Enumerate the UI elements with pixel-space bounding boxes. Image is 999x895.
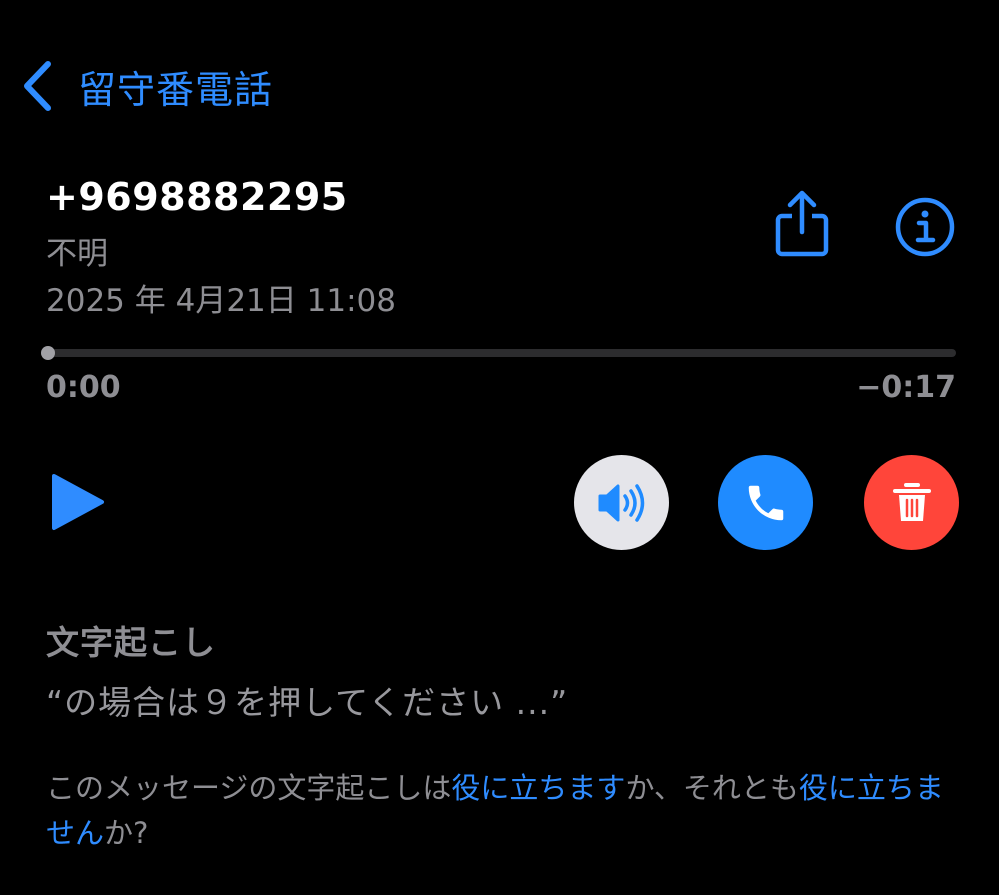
chevron-left-icon: [24, 61, 51, 111]
share-button[interactable]: [770, 188, 834, 260]
info-icon: [895, 197, 955, 257]
transcript-text: “の場合は９を押してください ...”: [46, 683, 569, 722]
feedback-prefix: このメッセージの文字起こしは: [46, 771, 452, 805]
trash-icon: [892, 482, 931, 521]
speaker-button[interactable]: [574, 455, 669, 550]
transcript-title: 文字起こし: [46, 623, 216, 662]
share-icon: [775, 190, 829, 257]
playback-scrubber[interactable]: [46, 349, 956, 357]
remaining-time: −0:17: [856, 370, 956, 405]
speaker-icon: [598, 483, 644, 522]
phone-icon: [748, 485, 783, 520]
helpful-link[interactable]: 役に立ちます: [451, 771, 625, 805]
phone-number: +9698882295: [46, 175, 348, 219]
transcript-feedback: このメッセージの文字起こしは役に立ちますか、それとも役に立ちませんか?: [46, 766, 956, 856]
call-back-button[interactable]: [718, 455, 813, 550]
playback-scrubber-thumb[interactable]: [41, 346, 55, 360]
info-button[interactable]: [894, 196, 956, 258]
feedback-middle: か、それとも: [625, 771, 799, 805]
play-icon: [52, 474, 104, 530]
delete-button[interactable]: [864, 455, 959, 550]
back-button[interactable]: 留守番電話: [20, 56, 273, 116]
feedback-suffix: か?: [104, 816, 149, 850]
play-button[interactable]: [50, 472, 106, 532]
caller-label: 不明: [46, 236, 108, 272]
message-datetime: 2025 年 4月21日 11:08: [46, 283, 396, 319]
elapsed-time: 0:00: [46, 370, 121, 405]
back-label: 留守番電話: [78, 67, 274, 112]
